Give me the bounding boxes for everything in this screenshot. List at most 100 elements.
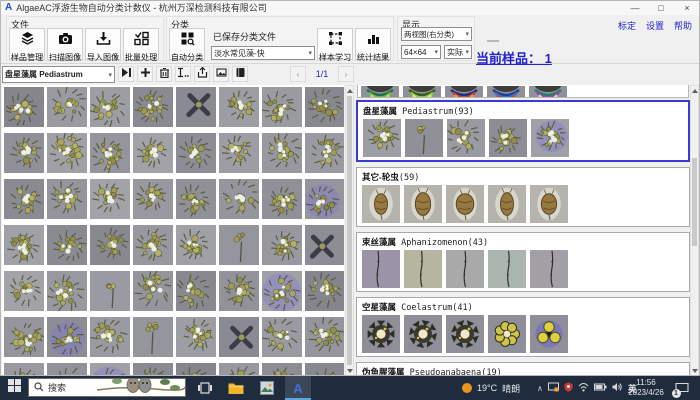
algae-thumbnail[interactable]: [90, 179, 130, 219]
algae-thumbnail[interactable]: [4, 225, 44, 265]
category-thumbnail[interactable]: [404, 315, 442, 353]
algae-thumbnail[interactable]: [305, 363, 344, 376]
left-scrollbar[interactable]: [345, 85, 354, 376]
algae-thumbnail[interactable]: [176, 225, 216, 265]
category-thumbnail[interactable]: [488, 185, 526, 223]
algae-thumbnail[interactable]: [219, 271, 259, 311]
category-box-rotifer[interactable]: 其它-轮虫(59): [356, 167, 690, 227]
category-thumbnail[interactable]: [531, 119, 569, 157]
category-thumbnail[interactable]: [446, 185, 484, 223]
settings-link[interactable]: 设置: [646, 19, 664, 32]
notification-button[interactable]: 1: [670, 376, 694, 400]
algae-thumbnail[interactable]: [176, 87, 216, 127]
category-thumbnail[interactable]: [488, 315, 526, 353]
algae-thumbnail[interactable]: [47, 271, 87, 311]
algae-thumbnail[interactable]: [176, 271, 216, 311]
algae-thumbnail[interactable]: [90, 225, 130, 265]
algae-thumbnail[interactable]: [219, 363, 259, 376]
clock[interactable]: 11:56 2023/4/26: [626, 378, 666, 398]
close-button[interactable]: ×: [674, 0, 700, 15]
algae-thumbnail[interactable]: [262, 317, 302, 357]
export-button[interactable]: [194, 66, 210, 82]
category-thumbnail[interactable]: [530, 185, 568, 223]
category-box-pseudoanabaena[interactable]: 伪鱼腥藻属 Pseudoanabaena(19): [356, 362, 690, 376]
battery-icon[interactable]: [594, 383, 607, 393]
sample-learn-button[interactable]: 样本学习: [317, 28, 353, 60]
algae-thumbnail[interactable]: [305, 133, 344, 173]
category-thumbnail[interactable]: [404, 250, 442, 288]
algae-thumbnail[interactable]: [176, 363, 216, 376]
speaker-icon[interactable]: [612, 382, 623, 394]
scroll-down-icon[interactable]: [346, 366, 353, 375]
next-page-button[interactable]: ›: [338, 66, 354, 82]
category-thumbnail[interactable]: [489, 119, 527, 157]
category-thumbnail[interactable]: [362, 250, 400, 288]
algae-thumbnail[interactable]: [90, 133, 130, 173]
image-button[interactable]: [213, 66, 229, 82]
algae-thumbnail[interactable]: [47, 225, 87, 265]
algae-thumbnail[interactable]: [176, 179, 216, 219]
algae-thumbnail[interactable]: [262, 87, 302, 127]
rename-button[interactable]: [175, 66, 191, 82]
photos-app-button[interactable]: [254, 376, 280, 400]
category-thumbnail[interactable]: [362, 185, 400, 223]
algae-thumbnail[interactable]: [219, 225, 259, 265]
algae-thumbnail[interactable]: [47, 133, 87, 173]
task-view-button[interactable]: [192, 376, 218, 400]
security-tray-icon[interactable]: [564, 382, 573, 394]
start-button[interactable]: [0, 376, 28, 400]
algae-thumbnail[interactable]: [4, 317, 44, 357]
prev-page-button[interactable]: ‹: [290, 66, 306, 82]
category-thumbnail[interactable]: [446, 250, 484, 288]
algae-thumbnail[interactable]: [4, 271, 44, 311]
algae-thumbnail[interactable]: [133, 179, 173, 219]
add-button[interactable]: [137, 66, 153, 82]
saved-classify-select[interactable]: 淡水常见藻-快▾: [211, 46, 315, 60]
scrollbar-thumb[interactable]: [692, 158, 697, 246]
category-thumbnail[interactable]: [446, 315, 484, 353]
category-box-filament[interactable]: 束丝藻属 Aphanizomenon(43): [356, 232, 690, 292]
stats-result-button[interactable]: 统计结果: [355, 28, 391, 60]
category-thumbnail[interactable]: [487, 85, 525, 97]
view-mode-select[interactable]: 两视图(右分类)▾: [401, 27, 472, 41]
category-thumbnail[interactable]: [403, 85, 441, 97]
algae-thumbnail[interactable]: [262, 225, 302, 265]
algae-thumbnail[interactable]: [133, 363, 173, 376]
algae-thumbnail[interactable]: [133, 87, 173, 127]
sample-manage-button[interactable]: 样品管理: [9, 28, 45, 60]
category-thumbnail[interactable]: [405, 119, 443, 157]
algae-thumbnail[interactable]: [90, 271, 130, 311]
auto-classify-button[interactable]: 自动分类: [169, 28, 205, 60]
weather-widget[interactable]: 19°C 晴朗: [462, 376, 520, 400]
algae-thumbnail[interactable]: [47, 87, 87, 127]
algae-thumbnail[interactable]: [305, 87, 344, 127]
algae-thumbnail[interactable]: [176, 133, 216, 173]
algae-thumbnail[interactable]: [4, 87, 44, 127]
algae-thumbnail[interactable]: [219, 133, 259, 173]
algae-thumbnail[interactable]: [90, 317, 130, 357]
category-thumbnail[interactable]: [488, 250, 526, 288]
category-thumbnail[interactable]: [529, 85, 567, 97]
algae-thumbnail[interactable]: [4, 133, 44, 173]
minimize-button[interactable]: —: [622, 0, 648, 15]
category-thumbnail[interactable]: [530, 250, 568, 288]
current-sample-link[interactable]: 当前样品： 1: [476, 48, 552, 67]
tray-expand-icon[interactable]: ∧: [537, 384, 543, 393]
category-thumbnail[interactable]: [445, 85, 483, 97]
scrollbar-thumb[interactable]: [347, 96, 352, 365]
scroll-down-icon[interactable]: [691, 366, 698, 375]
algae-thumbnail[interactable]: [305, 271, 344, 311]
algae-thumbnail[interactable]: [262, 363, 302, 376]
algae-thumbnail[interactable]: [47, 317, 87, 357]
maximize-button[interactable]: □: [648, 0, 674, 15]
category-thumbnail[interactable]: [362, 315, 400, 353]
search-input[interactable]: 搜索: [28, 378, 186, 397]
next-button[interactable]: [118, 66, 134, 82]
book-button[interactable]: [232, 66, 248, 82]
algaeac-app-button[interactable]: A: [285, 376, 311, 400]
monitor-tray-icon[interactable]: [548, 382, 559, 395]
calibrate-link[interactable]: 标定: [618, 19, 636, 32]
scroll-up-icon[interactable]: [346, 86, 353, 95]
category-thumbnail[interactable]: [530, 315, 568, 353]
algae-thumbnail[interactable]: [219, 87, 259, 127]
